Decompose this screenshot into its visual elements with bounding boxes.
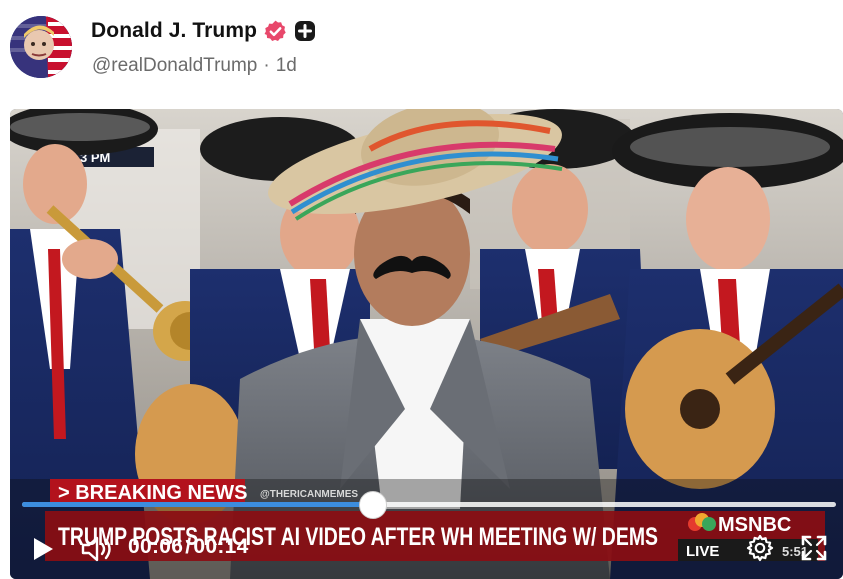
handle-row: @realDonaldTrump · 1d xyxy=(92,55,297,77)
time-display: 00:06 / 00:14 xyxy=(128,535,249,559)
video-controls: 00:06 / 00:14 xyxy=(10,529,843,569)
progress-thumb[interactable] xyxy=(359,491,388,519)
play-icon[interactable] xyxy=(30,535,56,563)
video-frame: 3 PM > BREAKING NEWS @THERICANMEMES TRUM… xyxy=(10,109,843,579)
author-name-row: Donald J. Trump xyxy=(91,16,316,46)
verified-badge-icon xyxy=(264,20,286,41)
progress-fill xyxy=(22,502,373,507)
author-name[interactable]: Donald J. Trump xyxy=(91,19,257,43)
progress-track[interactable] xyxy=(22,491,836,519)
plus-badge-icon xyxy=(295,21,316,41)
watermark: @THERICANMEMES xyxy=(260,489,358,500)
volume-icon[interactable] xyxy=(80,534,114,564)
post-age[interactable]: 1d xyxy=(276,55,297,77)
avatar-image xyxy=(10,16,72,78)
dot-separator: · xyxy=(263,55,270,76)
post-header: Donald J. Trump @realDonaldTrump · 1d xyxy=(0,0,843,100)
avatar[interactable] xyxy=(10,16,72,78)
settings-gear-icon[interactable] xyxy=(746,534,774,562)
video-player[interactable]: 3 PM > BREAKING NEWS @THERICANMEMES TRUM… xyxy=(10,109,843,579)
current-time: 00:06 xyxy=(128,535,184,558)
author-handle[interactable]: @realDonaldTrump xyxy=(92,55,257,77)
fullscreen-icon[interactable] xyxy=(800,534,828,562)
time-separator: / xyxy=(185,535,192,558)
duration: 00:14 xyxy=(193,535,249,558)
breaking-news-banner: > BREAKING NEWS xyxy=(58,482,247,504)
